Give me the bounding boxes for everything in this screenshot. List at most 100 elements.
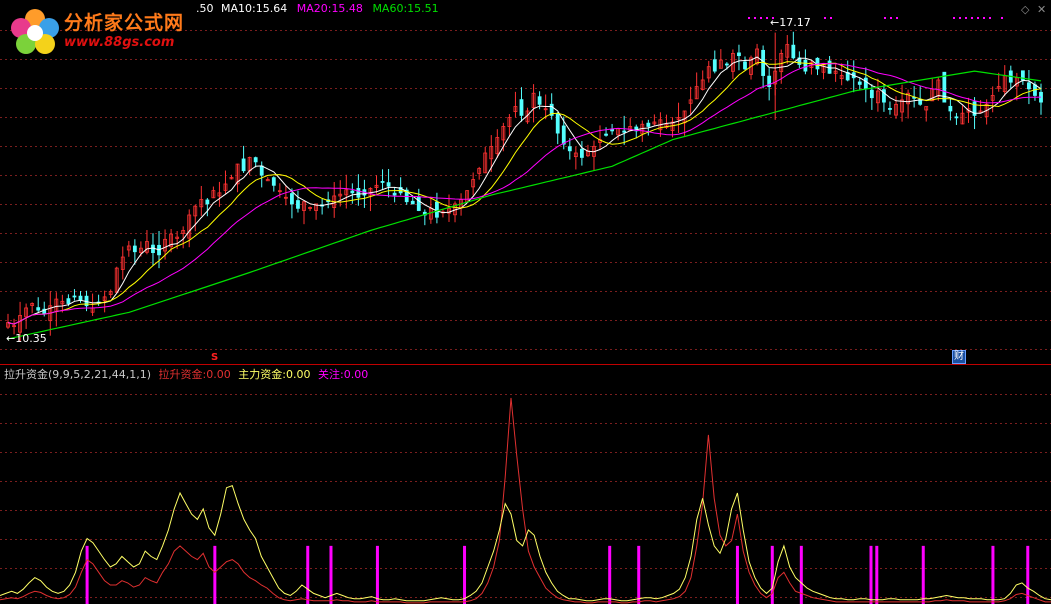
diamond-icon[interactable]: ◇ <box>1021 3 1029 16</box>
candle-down <box>72 295 77 298</box>
ma10-line <box>7 61 1042 325</box>
high-dot <box>1001 17 1003 19</box>
candle-down <box>241 158 246 172</box>
high-dot <box>983 17 985 19</box>
candle-down <box>410 200 415 205</box>
high-dot <box>953 17 955 19</box>
candle-down <box>954 116 959 119</box>
high-dot <box>754 17 756 19</box>
kline-chart[interactable] <box>0 0 1051 604</box>
candle-down <box>1027 82 1031 90</box>
candle-down <box>724 63 729 66</box>
candle-down <box>253 157 258 163</box>
ma20-value: 15.48 <box>331 2 363 15</box>
candle-down <box>646 122 651 127</box>
logo-title: 分析家公式网 <box>64 12 185 34</box>
ma10-label: MA10: <box>221 2 256 15</box>
guanzhu-bar <box>770 545 774 604</box>
ma5-tail: .50 <box>196 2 214 15</box>
logo-url: www.88gs.com <box>64 35 175 50</box>
indicator-name[interactable]: 拉升资金(9,9,5,2,21,44,1,1) <box>4 368 151 381</box>
candle-down <box>888 108 892 110</box>
zhuli-label: 主力资金: <box>238 368 286 381</box>
lasheng-line <box>0 397 1051 604</box>
candle-down <box>712 59 717 72</box>
moving-averages <box>7 56 1042 340</box>
guanzhu-bar <box>85 545 89 604</box>
candle-down <box>66 298 71 304</box>
high-dot <box>824 17 826 19</box>
candle-down <box>537 96 542 105</box>
candle-down <box>579 148 584 158</box>
candle-down <box>36 307 41 311</box>
candle-down <box>561 125 566 145</box>
candle-down <box>604 133 608 136</box>
candle-down <box>857 81 862 85</box>
ma-legend: .50 MA10:15.64 MA20:15.48 MA60:15.51 <box>196 2 439 15</box>
ma20-line <box>7 62 1042 325</box>
indicator-panel <box>0 397 1051 604</box>
guanzhu-bar <box>213 545 217 604</box>
zhuli-value: 0.00 <box>285 368 311 381</box>
ma20-label: MA20: <box>296 2 332 15</box>
candle-down <box>791 44 796 59</box>
candle-down <box>350 190 355 194</box>
s-marker[interactable]: S <box>211 351 218 364</box>
high-dot <box>959 17 961 19</box>
low-price-value: 10.35 <box>15 332 47 345</box>
candle-down <box>392 192 397 196</box>
candle-down <box>622 130 627 133</box>
candle-down <box>380 181 385 183</box>
guanzhu-label: 关注: <box>317 368 344 381</box>
ma5-line <box>7 56 1042 325</box>
candle-down <box>555 113 560 134</box>
candle-down <box>416 196 421 211</box>
guanzhu-bar <box>875 545 879 604</box>
flower-logo-icon <box>11 9 59 54</box>
candle-down <box>567 146 572 152</box>
arrow-left-icon: ← <box>6 332 16 345</box>
candle-down <box>290 193 294 205</box>
guanzhu-bar <box>608 545 612 604</box>
candle-down <box>435 201 439 218</box>
candle-down <box>356 188 361 198</box>
candle-down <box>869 89 874 99</box>
guanzhu-bar <box>869 545 873 604</box>
high-dot <box>766 17 768 19</box>
ma60-label: MA60: <box>372 2 408 15</box>
guanzhu-bar <box>991 545 995 604</box>
high-dot <box>884 17 886 19</box>
high-dot <box>977 17 979 19</box>
candle-down <box>386 182 391 187</box>
guanzhu-bar <box>921 545 925 604</box>
zhuli-line <box>0 484 1051 602</box>
candle-down <box>296 200 300 209</box>
high-dot <box>971 17 973 19</box>
candle-down <box>271 177 276 186</box>
high-dot <box>989 17 991 19</box>
ma60-value: 15.51 <box>407 2 439 15</box>
close-icon[interactable]: ✕ <box>1037 3 1046 16</box>
site-logo: 分析家公式网 www.88gs.com <box>4 4 204 54</box>
guanzhu-bar <box>735 545 739 604</box>
price-grid <box>0 30 1051 598</box>
candle-down <box>132 245 137 253</box>
low-price-label: ←10.35 <box>6 332 47 345</box>
candle-down <box>519 99 524 116</box>
guanzhu-bar <box>637 545 641 604</box>
candle-down <box>259 165 264 176</box>
high-dot <box>830 17 832 19</box>
high-dot <box>890 17 892 19</box>
ma10-value: 15.64 <box>255 2 288 15</box>
high-dot <box>748 17 750 19</box>
high-dot <box>896 17 898 19</box>
cai-badge[interactable]: 财 <box>952 350 966 364</box>
guanzhu-value: 0.00 <box>343 368 369 381</box>
indicator-legend: 拉升资金(9,9,5,2,21,44,1,1) 拉升资金:0.00 主力资金:0… <box>4 368 368 381</box>
high-dot <box>760 17 762 19</box>
high-price-value: 17.17 <box>779 16 811 29</box>
candle-down <box>803 59 808 72</box>
guanzhu-bar <box>463 545 467 604</box>
candle-down <box>743 61 747 70</box>
candle-down <box>948 105 953 112</box>
